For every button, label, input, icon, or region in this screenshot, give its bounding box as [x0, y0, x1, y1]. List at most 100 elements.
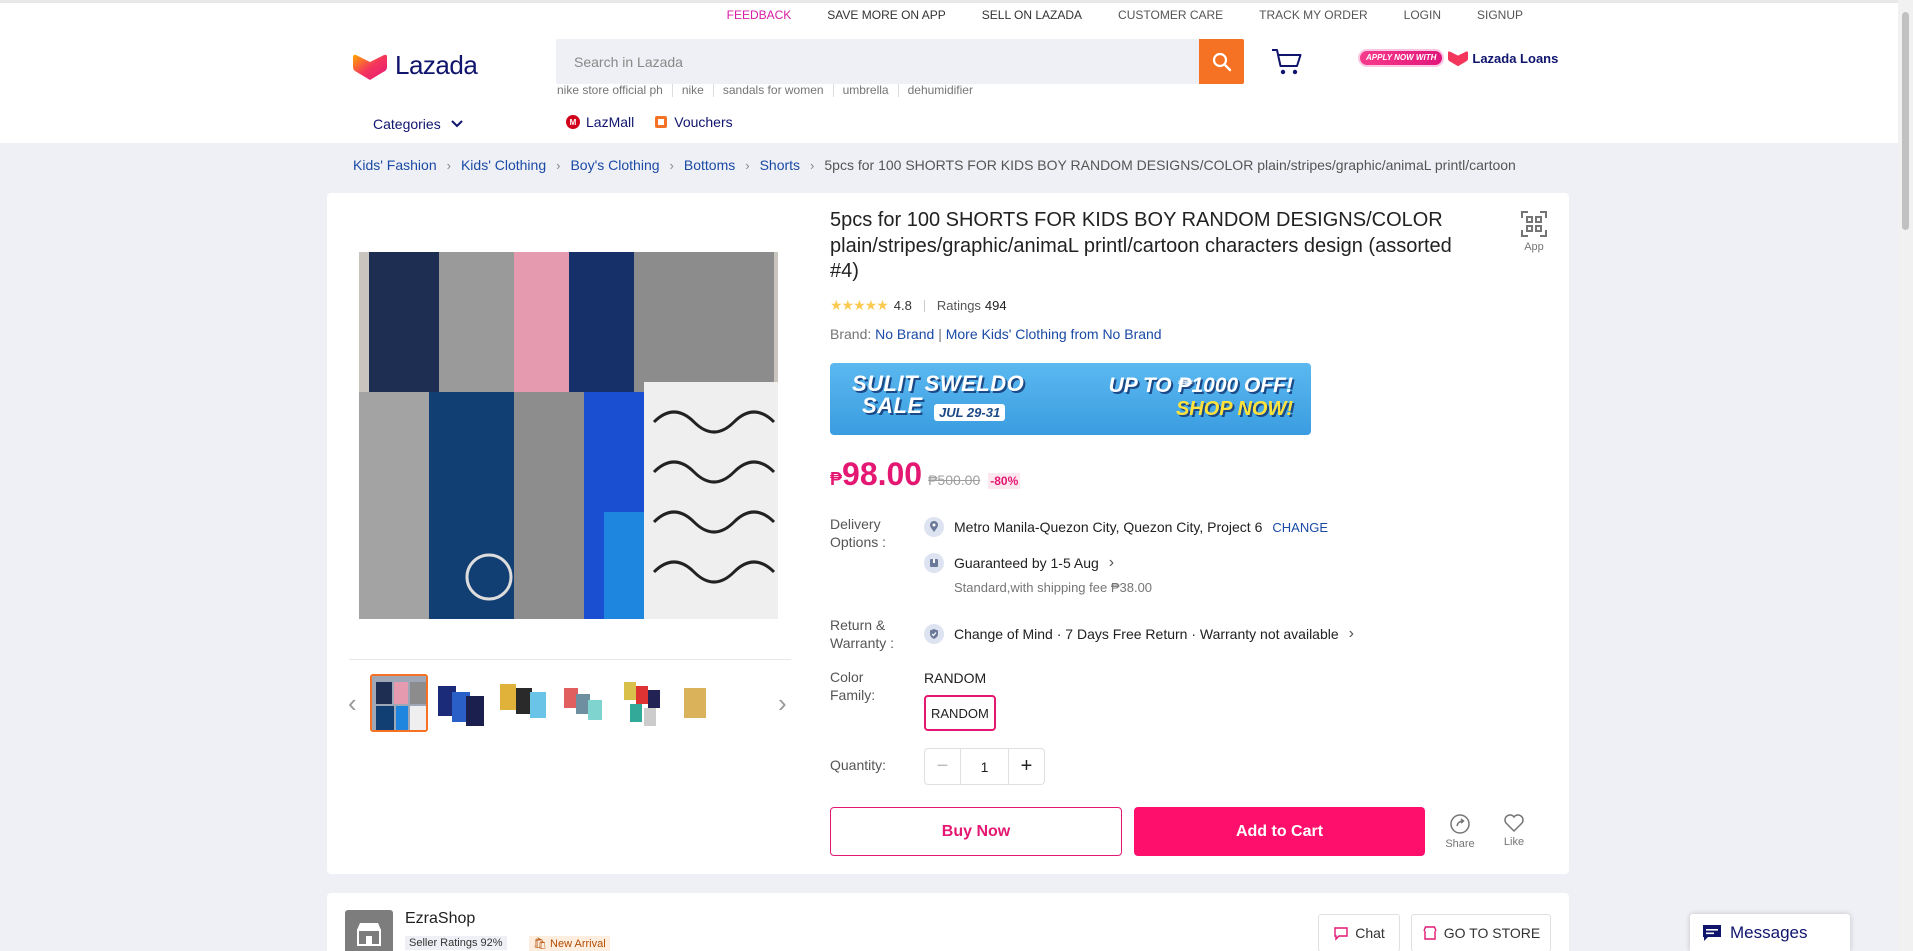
delivery-location: Metro Manila-Quezon City, Quezon City, P… [954, 519, 1263, 535]
categories-menu[interactable]: Categories [373, 116, 463, 132]
thumbnail[interactable] [432, 674, 490, 732]
like-button[interactable]: Like [1496, 813, 1532, 848]
thumbnail[interactable] [494, 674, 552, 732]
chat-button[interactable]: Chat [1318, 914, 1400, 951]
currency-symbol: ₱ [830, 469, 843, 489]
return-warranty-row[interactable]: Change of Mind · 7 Days Free Return · Wa… [924, 624, 1354, 644]
quantity-value[interactable]: 1 [961, 759, 1008, 775]
lazmall-label: LazMall [586, 114, 635, 130]
share-button[interactable]: Share [1442, 813, 1478, 850]
star-rating-icon: ★★★★★ [830, 297, 889, 313]
chevron-down-icon [450, 120, 463, 128]
search-input[interactable] [556, 39, 1199, 84]
guaranteed-text: Guaranteed by 1-5 Aug [954, 555, 1099, 571]
customer-care-link[interactable]: CUSTOMER CARE [1118, 8, 1223, 22]
vouchers-link[interactable]: Vouchers [654, 114, 733, 130]
categories-label: Categories [373, 116, 441, 132]
lazada-heart-icon [1448, 51, 1469, 67]
rating-value: 4.8 [893, 298, 912, 313]
lazmall-link[interactable]: M LazMall [566, 114, 634, 130]
messages-label: Messages [1730, 922, 1808, 942]
store-name[interactable]: EzraShop [405, 910, 475, 928]
banner-cta: SHOP NOW! [1175, 398, 1293, 420]
page-scrollbar[interactable] [1898, 0, 1913, 951]
guaranteed-delivery-row[interactable]: Guaranteed by 1-5 Aug › [924, 553, 1114, 573]
shipping-fee-text: Standard,with shipping fee ₱38.00 [954, 580, 1153, 595]
breadcrumb-link[interactable]: Kids' Fashion [353, 157, 437, 173]
scrollbar-thumb[interactable] [1902, 12, 1909, 230]
chevron-right-icon: › [810, 157, 815, 173]
decrease-quantity-button[interactable]: − [925, 749, 961, 784]
save-more-on-app-link[interactable]: SAVE MORE ON APP [827, 8, 945, 22]
lazada-loans-banner[interactable]: APPLY NOW WITH Lazada Loans [1358, 49, 1558, 67]
color-family-label: Color Family: [830, 669, 876, 703]
sell-on-lazada-link[interactable]: SELL ON LAZADA [982, 8, 1082, 22]
promo-banner[interactable]: SULIT SWELDO SALE JUL 29-31 UP TO ₱1000 O… [830, 363, 1311, 435]
location-pin-icon [924, 517, 944, 537]
increase-quantity-button[interactable]: + [1008, 749, 1044, 784]
logo-text: Lazada [395, 50, 478, 80]
chevron-right-icon: › [1348, 625, 1354, 642]
app-qr-button[interactable]: App [1520, 210, 1548, 253]
feedback-link[interactable]: FEEDBACK [727, 8, 792, 22]
buy-now-button[interactable]: Buy Now [830, 807, 1122, 856]
return-warranty-text: Change of Mind · 7 Days Free Return · Wa… [954, 626, 1339, 642]
divider: | [938, 326, 946, 342]
lazada-logo[interactable]: Lazada [353, 50, 478, 81]
suggestion-link[interactable]: nike store official ph [557, 84, 672, 97]
chevron-right-icon[interactable]: › [778, 690, 787, 716]
chevron-right-icon: › [745, 157, 750, 173]
color-option-button[interactable]: RANDOM [924, 695, 996, 731]
svg-text:M: M [570, 118, 577, 127]
suggestion-link[interactable]: umbrella [832, 84, 898, 97]
new-arrival-badge: 🛍 New Arrival [529, 936, 610, 951]
chevron-right-icon: › [556, 157, 561, 173]
messages-widget[interactable]: Messages [1690, 914, 1850, 951]
search-button[interactable] [1199, 39, 1244, 84]
qr-code-icon [1521, 211, 1547, 237]
header: Lazada nike store official ph nike sanda… [0, 28, 1913, 143]
price-block: ₱ 98.00 ₱500.00 -80% [830, 456, 1021, 493]
change-location-button[interactable]: CHANGE [1272, 520, 1328, 535]
original-price: ₱500.00 [928, 472, 981, 488]
ratings-count: 494 [984, 298, 1007, 313]
thumbnail[interactable] [556, 674, 614, 732]
login-link[interactable]: LOGIN [1404, 8, 1441, 22]
lazada-loans-text: Lazada Loans [1472, 50, 1559, 66]
add-to-cart-button[interactable]: Add to Cart [1134, 807, 1425, 856]
more-from-brand-link[interactable]: More Kids' Clothing from No Brand [946, 326, 1162, 342]
thumbnail[interactable] [680, 674, 710, 732]
breadcrumb-link[interactable]: Bottoms [684, 157, 735, 173]
shield-check-icon [924, 624, 944, 644]
divider [923, 299, 925, 312]
top-bar: FEEDBACK SAVE MORE ON APP SELL ON LAZADA… [0, 0, 1913, 28]
store-icon[interactable] [345, 910, 393, 951]
breadcrumb-link[interactable]: Shorts [760, 157, 800, 173]
rating-summary[interactable]: ★★★★★ 4.8 Ratings 494 [830, 297, 1007, 314]
suggestion-link[interactable]: sandals for women [712, 84, 833, 97]
product-main-image[interactable] [359, 252, 778, 619]
breadcrumb-link[interactable]: Boy's Clothing [570, 157, 659, 173]
thumbnail-divider [349, 659, 791, 660]
thumbnail[interactable] [370, 674, 428, 732]
breadcrumb-current: 5pcs for 100 SHORTS FOR KIDS BOY RANDOM … [824, 157, 1516, 173]
delivery-label: Delivery Options : [830, 516, 887, 550]
chevron-left-icon[interactable]: ‹ [348, 690, 357, 716]
like-label: Like [1503, 836, 1525, 848]
breadcrumb-link[interactable]: Kids' Clothing [461, 157, 546, 173]
go-to-store-button[interactable]: GO TO STORE [1411, 914, 1551, 951]
thumbnail[interactable] [618, 674, 676, 732]
brand-link[interactable]: No Brand [875, 326, 934, 342]
heart-icon [1504, 814, 1524, 833]
delivery-truck-icon [924, 553, 944, 573]
share-icon [1450, 814, 1470, 834]
suggestion-link[interactable]: nike [671, 84, 713, 97]
suggestion-link[interactable]: dehumidifier [897, 84, 982, 97]
signup-link[interactable]: SIGNUP [1477, 8, 1523, 22]
cart-button[interactable] [1271, 48, 1303, 81]
return-warranty-label: Return & Warranty : [830, 617, 895, 651]
seller-ratings-badge: Seller Ratings 92% [405, 936, 507, 950]
track-my-order-link[interactable]: TRACK MY ORDER [1259, 8, 1367, 22]
share-label: Share [1445, 838, 1475, 850]
shorts-collage-image [359, 252, 778, 619]
